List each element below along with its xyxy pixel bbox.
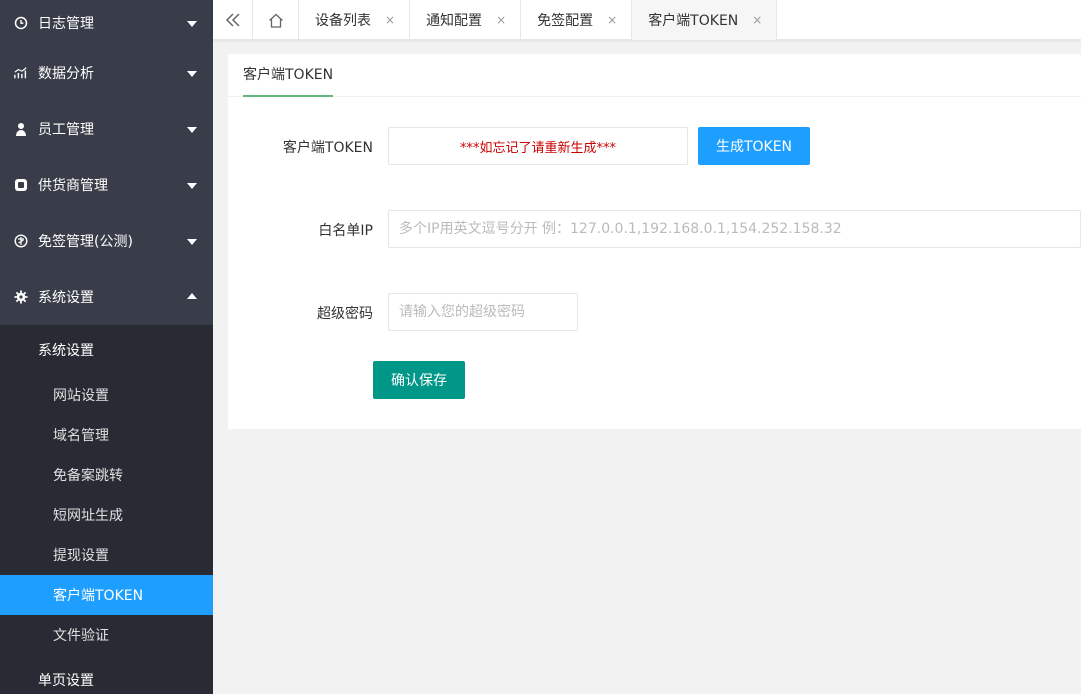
tab-label: 客户端TOKEN [648, 13, 739, 29]
tab-free-sign-config[interactable]: 免签配置 × [521, 0, 633, 40]
nav-free-sign-management[interactable]: 免签管理(公测) [0, 213, 213, 269]
user-icon [14, 122, 28, 136]
generate-token-button[interactable]: 生成TOKEN [698, 127, 810, 165]
sidebar-item-short-url[interactable]: 短网址生成 [0, 495, 213, 535]
sidebar-item-label: 免备案跳转 [53, 468, 123, 484]
tab-bar: 设备列表 × 通知配置 × 免签配置 × 客户端TOKEN × [213, 0, 1081, 40]
nav-supplier-management[interactable]: 供货商管理 [0, 157, 213, 213]
nav-label: 日志管理 [38, 15, 94, 32]
close-icon[interactable]: × [752, 13, 762, 27]
close-icon[interactable]: × [385, 13, 395, 27]
save-button[interactable]: 确认保存 [373, 361, 465, 399]
tab-client-token[interactable]: 客户端TOKEN × [632, 0, 778, 40]
submenu-title: 系统设置 [38, 343, 94, 359]
chevron-down-icon [187, 127, 197, 133]
token-settings-card: 客户端TOKEN 客户端TOKEN ***如忘记了请重新生成*** 生成TOKE… [228, 54, 1081, 429]
sidebar-item-redirect[interactable]: 免备案跳转 [0, 455, 213, 495]
clock-icon [14, 16, 28, 30]
close-icon[interactable]: × [607, 13, 617, 27]
chevron-up-icon [187, 293, 197, 299]
token-value: ***如忘记了请重新生成*** [459, 140, 616, 156]
nav-label: 数据分析 [38, 66, 94, 82]
sidebar-item-client-token[interactable]: 客户端TOKEN [0, 575, 213, 615]
sidebar-item-file-verify[interactable]: 文件验证 [0, 615, 213, 655]
chevron-down-icon [187, 71, 197, 77]
nav-data-analysis[interactable]: 数据分析 [0, 45, 213, 101]
supplier-icon [14, 178, 28, 192]
nav-staff-management[interactable]: 员工管理 [0, 101, 213, 157]
chevron-down-icon [187, 239, 197, 245]
nav-log-management[interactable]: 日志管理 [0, 0, 213, 45]
sidebar-item-withdraw-settings[interactable]: 提现设置 [0, 535, 213, 575]
collapse-sidebar-button[interactable] [213, 0, 253, 40]
nav-label: 系统设置 [38, 290, 94, 306]
chevron-down-icon [187, 183, 197, 189]
tab-label: 设备列表 [315, 13, 371, 29]
whitelist-ip-input[interactable] [388, 210, 1081, 248]
sidebar-item-label: 域名管理 [53, 428, 109, 444]
submenu-system-settings[interactable]: 系统设置 [0, 325, 213, 375]
double-chevron-left-icon [225, 13, 240, 27]
submenu-title: 单页设置 [38, 673, 94, 689]
token-label: 客户端TOKEN [282, 140, 373, 156]
sidebar-item-website-settings[interactable]: 网站设置 [0, 375, 213, 415]
whitelist-label: 白名单IP [318, 223, 373, 239]
sidebar-item-label: 客户端TOKEN [53, 588, 144, 604]
card-title: 客户端TOKEN [243, 67, 334, 83]
card-title-underline [243, 95, 333, 97]
card-header: 客户端TOKEN [228, 54, 1081, 97]
chevron-down-icon [187, 20, 197, 27]
sidebar-item-label: 短网址生成 [53, 508, 123, 524]
tab-notify-config[interactable]: 通知配置 × [410, 0, 522, 40]
super-password-input[interactable] [388, 293, 578, 331]
sidebar-item-label: 文件验证 [53, 628, 109, 644]
sidebar-item-domain-management[interactable]: 域名管理 [0, 415, 213, 455]
tab-label: 通知配置 [426, 13, 483, 29]
nav-label: 供货商管理 [38, 178, 108, 194]
sidebar-item-label: 提现设置 [53, 548, 109, 564]
tab-device-list[interactable]: 设备列表 × [299, 0, 411, 40]
home-icon [268, 13, 283, 28]
sidebar: 日志管理 数据分析 员工管理 供货商管理 免签管理(公测) 系统设置 系统设置 … [0, 0, 213, 694]
sidebar-item-label: 网站设置 [53, 388, 109, 404]
nav-label: 员工管理 [38, 122, 94, 138]
token-field[interactable]: ***如忘记了请重新生成*** [388, 127, 688, 165]
submenu-page-settings[interactable]: 单页设置 [0, 655, 213, 694]
tab-label: 免签配置 [537, 13, 594, 29]
gear-icon [14, 290, 28, 304]
close-icon[interactable]: × [496, 13, 506, 27]
password-label: 超级密码 [317, 306, 373, 322]
nav-system-settings[interactable]: 系统设置 [0, 269, 213, 325]
chart-icon [14, 66, 28, 80]
tab-home[interactable] [253, 0, 299, 40]
nav-label: 免签管理(公测) [38, 234, 133, 250]
sign-icon [14, 234, 28, 248]
